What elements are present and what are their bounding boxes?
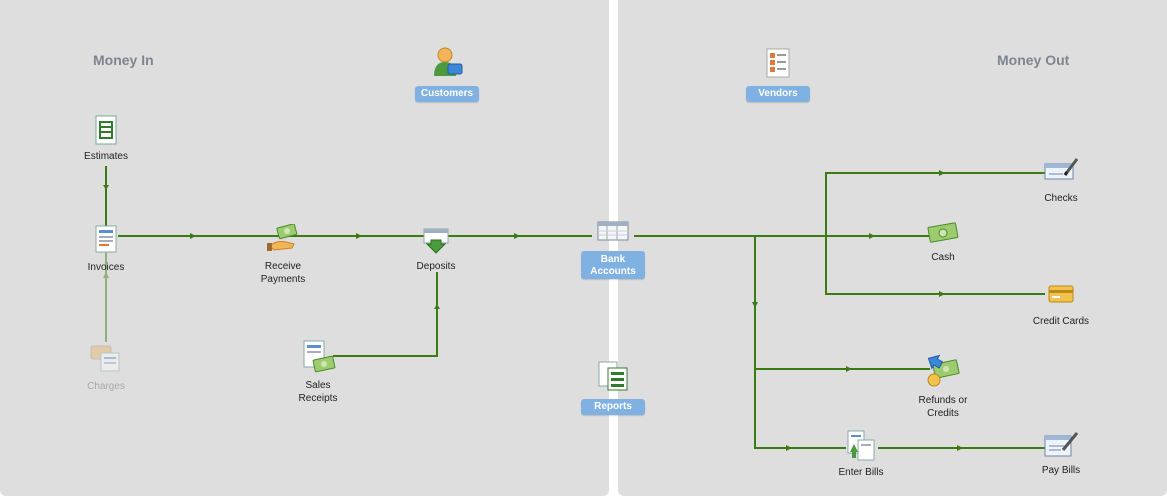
deposits-node[interactable]: Deposits xyxy=(406,226,466,276)
estimates-label: Estimates xyxy=(84,151,128,162)
credit-cards-label: Credit Cards xyxy=(1032,316,1090,327)
estimates-icon xyxy=(95,115,117,145)
pay-bills-icon xyxy=(1044,432,1079,457)
pay-bills-node[interactable]: Pay Bills xyxy=(1030,430,1092,478)
vendors-node[interactable] xyxy=(758,48,798,82)
bank-accounts-button[interactable]: Bank Accounts xyxy=(581,251,645,279)
customers-button[interactable]: Customers xyxy=(415,86,479,102)
receive-payments-label-2: Payments xyxy=(260,274,306,285)
bank-register-icon xyxy=(597,221,629,241)
charges-icon xyxy=(90,345,120,372)
sales-receipts-label-2: Receipts xyxy=(298,393,338,404)
estimates-node[interactable]: Estimates xyxy=(76,115,136,165)
credit-cards-node[interactable]: Credit Cards xyxy=(1026,283,1096,331)
bills-branch xyxy=(754,236,846,449)
refunds-credits-node[interactable]: Refunds or Credits xyxy=(908,352,978,419)
refunds-label-2: Credits xyxy=(927,408,959,419)
refunds-label-1: Refunds or xyxy=(918,395,968,406)
deposits-icon xyxy=(423,228,449,254)
invoices-label: Invoices xyxy=(87,262,125,273)
workflow-lines xyxy=(103,166,1046,451)
enter-bills-icon xyxy=(847,430,875,461)
customers-icon xyxy=(434,47,463,76)
invoices-node[interactable]: Invoices xyxy=(76,225,136,275)
enter-bills-label: Enter Bills xyxy=(838,467,884,478)
vendors-button[interactable]: Vendors xyxy=(746,86,810,102)
sales-to-deposits-line xyxy=(333,272,438,357)
receive-payments-label-1: Receive xyxy=(264,261,302,272)
reports-node[interactable] xyxy=(593,360,633,394)
reports-button[interactable]: Reports xyxy=(581,399,645,415)
bank-accounts-node[interactable] xyxy=(595,220,631,246)
reports-icon xyxy=(598,361,628,391)
sales-receipts-icon xyxy=(303,340,336,373)
invoices-icon xyxy=(95,225,117,253)
cash-label: Cash xyxy=(931,252,955,263)
sales-receipts-label-1: Sales xyxy=(305,380,331,391)
customers-node[interactable] xyxy=(420,46,474,80)
checks-icon xyxy=(1044,158,1079,180)
pay-bills-label: Pay Bills xyxy=(1041,465,1081,476)
cash-node[interactable]: Cash xyxy=(913,220,973,264)
receive-payments-icon xyxy=(267,224,298,251)
checks-label: Checks xyxy=(1044,193,1078,204)
charges-label: Charges xyxy=(87,381,125,392)
receive-payments-node[interactable]: Receive Payments xyxy=(250,224,316,288)
vendors-icon xyxy=(766,48,790,78)
refunds-icon xyxy=(927,354,960,387)
credit-card-icon xyxy=(1048,285,1074,303)
checks-node[interactable]: Checks xyxy=(1031,157,1091,207)
deposits-label: Deposits xyxy=(416,261,456,272)
sales-receipts-node[interactable]: Sales Receipts xyxy=(288,340,348,404)
enter-bills-node[interactable]: Enter Bills xyxy=(826,430,896,480)
charges-node[interactable]: Charges xyxy=(76,343,136,393)
cash-icon xyxy=(927,222,959,243)
